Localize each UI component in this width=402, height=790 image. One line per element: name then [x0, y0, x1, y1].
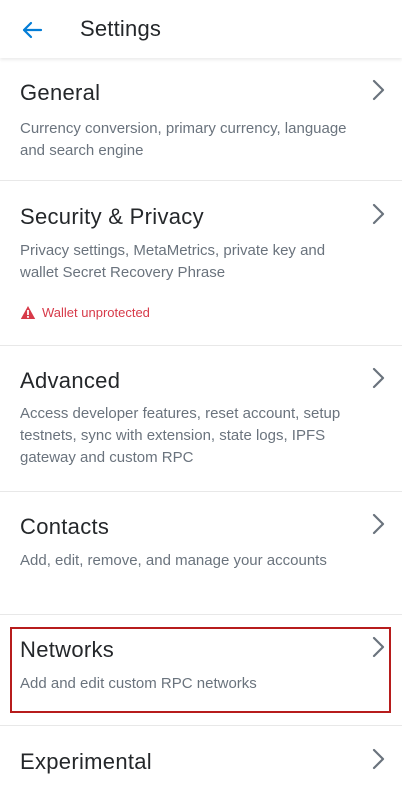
- settings-item-general[interactable]: General Currency conversion, primary cur…: [0, 58, 402, 181]
- settings-item-title: Experimental: [20, 749, 152, 774]
- settings-item-security-privacy[interactable]: Security & Privacy Privacy settings, Met…: [0, 181, 402, 345]
- settings-item-networks[interactable]: Networks Add and edit custom RPC network…: [0, 615, 402, 725]
- chevron-right-icon: [372, 203, 385, 225]
- chevron-right-icon: [372, 79, 385, 101]
- warning-triangle-icon: [20, 306, 36, 319]
- chevron-right-icon: [372, 513, 385, 535]
- settings-item-advanced[interactable]: Advanced Access developer features, rese…: [0, 346, 402, 491]
- warning-text: Wallet unprotected: [42, 305, 150, 320]
- settings-item-contacts[interactable]: Contacts Add, edit, remove, and manage y…: [0, 492, 402, 614]
- settings-item-title: Networks: [20, 637, 115, 662]
- settings-item-title: General: [20, 80, 101, 105]
- settings-item-title: Advanced: [20, 368, 121, 393]
- settings-item-description: Access developer features, reset account…: [20, 405, 341, 466]
- chevron-right-icon: [372, 636, 385, 658]
- settings-item-title: Contacts: [20, 514, 110, 539]
- settings-item-description: Add, edit, remove, and manage your accou…: [20, 552, 327, 569]
- app-header: Settings: [0, 0, 402, 58]
- back-button[interactable]: [16, 16, 48, 44]
- arrow-left-icon: [22, 21, 43, 39]
- page-title: Settings: [80, 16, 162, 41]
- chevron-right-icon: [372, 367, 385, 389]
- settings-item-title: Security & Privacy: [20, 204, 204, 229]
- settings-item-description: Add and edit custom RPC networks: [20, 675, 257, 692]
- settings-item-description: Privacy settings, MetaMetrics, private k…: [20, 242, 326, 281]
- chevron-right-icon: [372, 748, 385, 770]
- wallet-unprotected-warning: Wallet unprotected: [20, 305, 150, 320]
- settings-item-experimental[interactable]: Experimental: [0, 726, 402, 790]
- settings-item-description: Currency conversion, primary currency, l…: [20, 120, 347, 159]
